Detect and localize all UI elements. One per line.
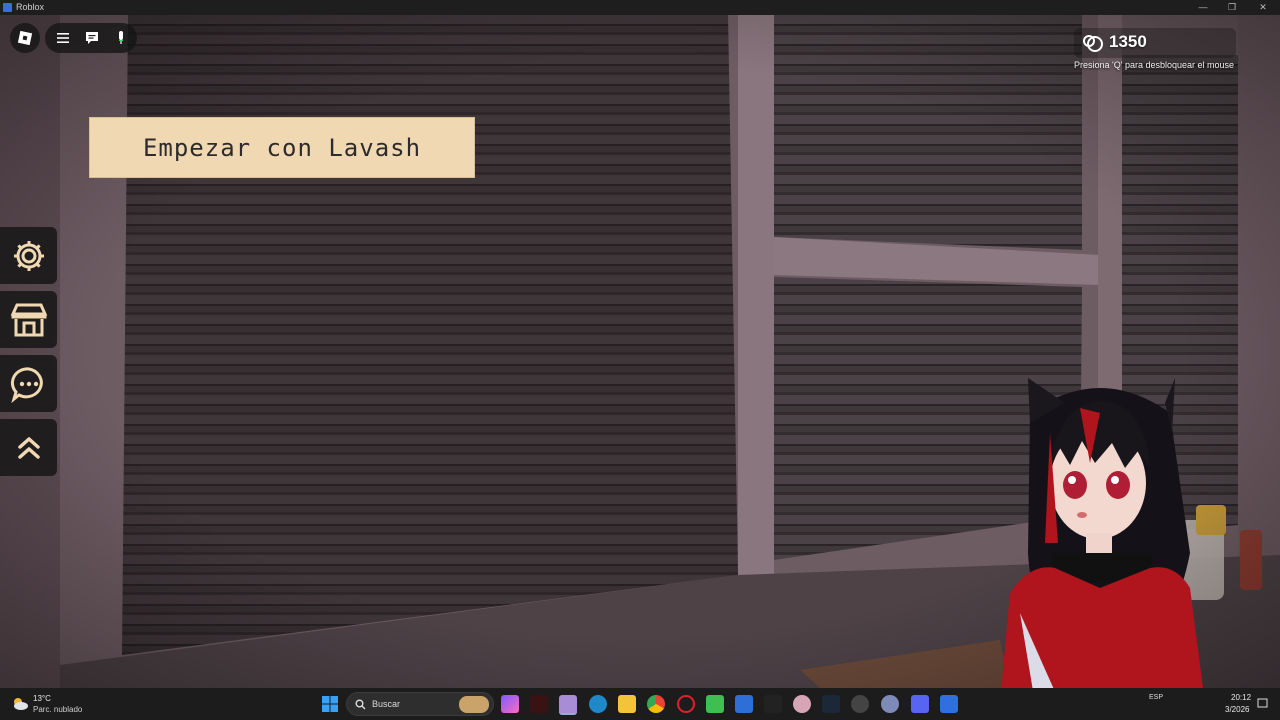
shop-button[interactable] <box>0 291 57 348</box>
file-explorer-icon[interactable] <box>618 695 636 713</box>
app-settings-icon[interactable] <box>881 695 899 713</box>
window-titlebar: Roblox — ❐ ✕ <box>0 0 1280 15</box>
gear-icon <box>13 240 44 271</box>
chrome-icon[interactable] <box>647 695 665 713</box>
app-red-icon[interactable] <box>530 695 548 713</box>
topbar-pill <box>45 23 137 53</box>
language-indicator[interactable]: ESP <box>1149 694 1163 701</box>
app-green-icon[interactable] <box>706 695 724 713</box>
copilot-icon[interactable] <box>501 695 519 713</box>
chat-menu-button[interactable] <box>0 355 57 412</box>
window-title: Roblox <box>16 2 45 12</box>
chat-bubble-icon[interactable] <box>84 30 100 46</box>
clock-time[interactable]: 20:12 <box>1231 693 1251 702</box>
roblox-app-icon <box>3 3 12 12</box>
chevrons-up-icon <box>17 436 40 459</box>
search-highlight-icon <box>459 696 489 713</box>
clock-date[interactable]: 3/2026 <box>1225 705 1249 714</box>
currency-display <box>1074 28 1236 58</box>
vtuber-avatar <box>1001 378 1204 688</box>
roblox-logo-icon <box>17 30 33 46</box>
hamburger-menu-icon[interactable] <box>55 30 71 46</box>
currency-amount: 1350 <box>1109 32 1147 51</box>
app-blue-icon[interactable] <box>735 695 753 713</box>
opera-icon[interactable] <box>677 695 695 713</box>
search-label: Buscar <box>372 699 401 709</box>
close-button[interactable]: ✕ <box>1250 0 1276 15</box>
roblox-menu-button[interactable] <box>10 23 40 53</box>
microphone-icon[interactable] <box>113 30 129 46</box>
roblox-taskbar-icon[interactable] <box>940 695 958 713</box>
app-dark-icon[interactable] <box>764 695 782 713</box>
windows-taskbar: 13°C Parc. nublado Buscar ESP 20:12 3/20… <box>0 688 1280 720</box>
app-purple-icon[interactable] <box>559 695 577 715</box>
money-bag-icon <box>1083 35 1103 52</box>
minimize-button[interactable]: — <box>1190 0 1216 15</box>
speech-bubble-icon <box>10 366 43 403</box>
edge-icon[interactable] <box>589 695 607 713</box>
obs-icon[interactable] <box>851 695 869 713</box>
start-job-banner[interactable]: Empezar con Lavash <box>89 117 475 178</box>
notification-icon[interactable] <box>1257 698 1268 709</box>
search-icon <box>355 699 366 710</box>
discord-icon[interactable] <box>911 695 929 713</box>
windows-start-icon[interactable] <box>322 696 338 712</box>
settings-button[interactable] <box>0 227 57 284</box>
shop-icon <box>10 303 47 336</box>
weather-temperature[interactable]: 13°C <box>33 694 51 703</box>
collapse-button[interactable] <box>0 419 57 476</box>
maximize-button[interactable]: ❐ <box>1219 0 1245 15</box>
game-viewport[interactable] <box>0 15 1280 688</box>
unlock-mouse-hint: Presiona 'Q' para desbloquear el mouse <box>1074 60 1235 70</box>
taskbar-search[interactable]: Buscar <box>346 692 494 716</box>
app-avatar-icon[interactable] <box>793 695 811 713</box>
weather-description[interactable]: Parc. nublado <box>33 705 82 714</box>
weather-cloud-icon[interactable] <box>11 695 29 713</box>
steam-icon[interactable] <box>822 695 840 713</box>
